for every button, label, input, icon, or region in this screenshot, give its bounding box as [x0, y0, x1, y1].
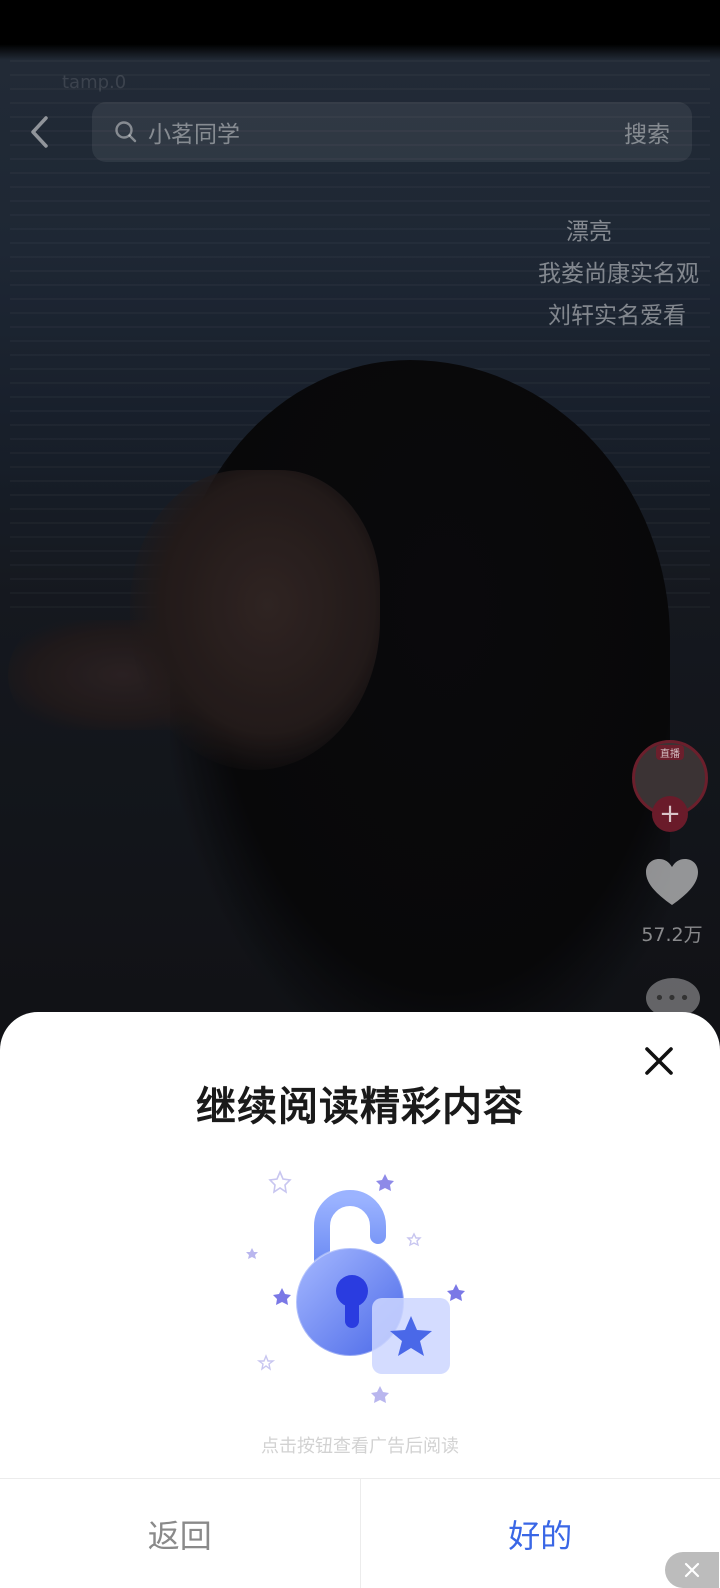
chevron-left-icon [31, 116, 48, 148]
search-bar[interactable]: 小茗同学 搜索 [92, 102, 692, 162]
back-button[interactable] [22, 110, 58, 154]
unlock-padlock-icon [246, 1169, 465, 1403]
dialog-hint: 点击按钮查看广告后阅读 [261, 1436, 459, 1457]
floating-close-button[interactable] [665, 1552, 719, 1588]
unlock-dialog: 继续阅读精彩内容 点击按钮查看广告后阅读 返回 好的 [0, 1012, 720, 1588]
close-icon [645, 1047, 673, 1075]
like-button[interactable] [644, 858, 700, 908]
back-action-button[interactable]: 返回 [0, 1479, 361, 1588]
follow-button[interactable]: + [652, 796, 688, 832]
live-badge: 直播 [656, 745, 684, 760]
danmaku-comment: 我娄尚康实名观 [538, 261, 699, 287]
search-icon [115, 121, 137, 143]
dialog-title: 继续阅读精彩内容 [196, 1084, 524, 1130]
faded-handle-text: tamp.0 [62, 72, 127, 93]
more-dots-icon: ••• [654, 987, 692, 1009]
search-input[interactable]: 小茗同学 [148, 115, 624, 149]
close-icon [684, 1562, 700, 1578]
danmaku-comment: 刘轩实名爱看 [548, 303, 686, 329]
danmaku-comment: 漂亮 [566, 219, 612, 245]
like-count: 57.2万 [641, 924, 703, 946]
dialog-button-row: 返回 好的 [0, 1478, 720, 1588]
heart-icon [646, 859, 698, 905]
search-submit-button[interactable]: 搜索 [624, 115, 670, 149]
